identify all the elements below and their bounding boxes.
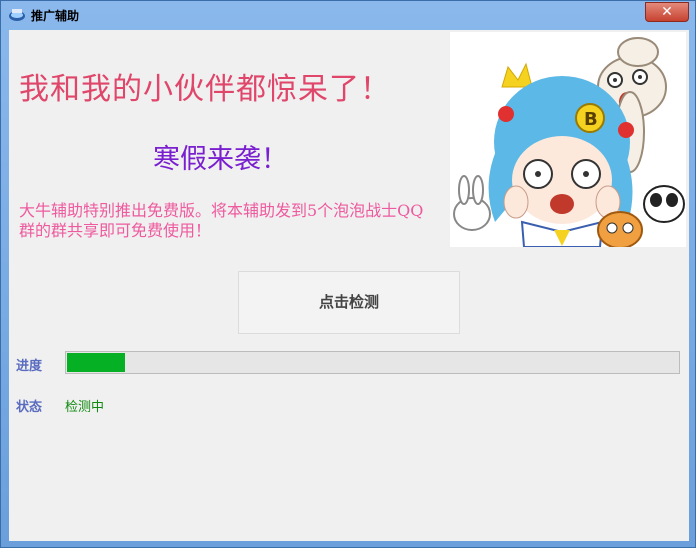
title-bar[interactable]: 推广辅助 ✕ [1,1,695,29]
close-button[interactable]: ✕ [645,2,689,22]
status-label: 状态 [16,400,43,415]
cartoon-illustration: B [450,32,686,247]
status-value: 检测中 [65,400,105,415]
close-icon: ✕ [661,4,673,20]
app-icon [8,7,26,23]
promo-text: 大牛辅助特别推出免费版。将本辅助发到5个泡泡战士QQ群的群共享即可免费使用！ [19,201,424,240]
headline-text: 我和我的小伙伴都惊呆了！ [19,72,391,107]
check-button[interactable]: 点击检测 [238,271,460,334]
svg-text:B: B [584,109,598,130]
progress-bar-fill [67,353,125,372]
app-window: 推广辅助 ✕ 我和我的小伙伴都惊呆了！ 寒假来袭！ 大牛辅助特别推出免费版。将本… [0,0,696,548]
client-area: 我和我的小伙伴都惊呆了！ 寒假来袭！ 大牛辅助特别推出免费版。将本辅助发到5个泡… [9,30,689,541]
progress-label: 进度 [16,359,43,374]
progress-bar [65,351,680,374]
window-title: 推广辅助 [31,9,80,23]
subheadline-text: 寒假来袭！ [153,144,288,175]
